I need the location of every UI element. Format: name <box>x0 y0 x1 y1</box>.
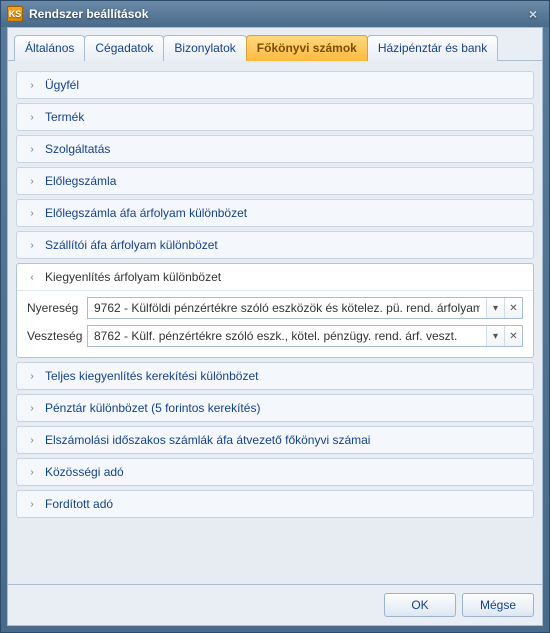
chevron-right-icon: › <box>25 371 39 382</box>
row-loss: Veszteség ▾ ✕ <box>27 325 523 347</box>
chevron-right-icon: › <box>25 208 39 219</box>
section-header-cash-rounding[interactable]: › Pénztár különbözet (5 forintos kerekít… <box>17 395 533 421</box>
settings-window: KS Rendszer beállítások × Általános Céga… <box>0 0 550 633</box>
section-community-tax: › Közösségi adó <box>16 458 534 486</box>
row-profit: Nyereség ▾ ✕ <box>27 297 523 319</box>
tab-general[interactable]: Általános <box>14 35 85 61</box>
close-icon: ✕ <box>509 331 517 342</box>
combo-profit: ▾ ✕ <box>87 297 523 319</box>
section-label: Szolgáltatás <box>45 142 110 156</box>
profit-input[interactable] <box>88 298 486 318</box>
close-icon: ✕ <box>509 303 517 314</box>
section-supplier-vat-diff: › Szállítói áfa árfolyam különbözet <box>16 231 534 259</box>
section-label: Közösségi adó <box>45 465 124 479</box>
section-label: Fordított adó <box>45 497 113 511</box>
section-header-supplier-vat-diff[interactable]: › Szállítói áfa árfolyam különbözet <box>17 232 533 258</box>
tab-ledger-accounts[interactable]: Főkönyvi számok <box>246 35 368 61</box>
chevron-down-icon: ▾ <box>493 303 498 314</box>
chevron-left-icon: ‹ <box>25 272 39 283</box>
section-advance-vat-diff: › Előlegszámla áfa árfolyam különbözet <box>16 199 534 227</box>
section-label: Teljes kiegyenlítés kerekítési különböze… <box>45 369 258 383</box>
section-product: › Termék <box>16 103 534 131</box>
cancel-button[interactable]: Mégse <box>462 593 534 617</box>
tab-company[interactable]: Cégadatok <box>84 35 164 61</box>
close-button[interactable]: × <box>521 5 545 23</box>
section-header-reverse-tax[interactable]: › Fordított adó <box>17 491 533 517</box>
section-service: › Szolgáltatás <box>16 135 534 163</box>
dropdown-button[interactable]: ▾ <box>486 326 504 346</box>
client-area: Általános Cégadatok Bizonylatok Főkönyvi… <box>7 27 543 626</box>
section-header-settlement-fx-diff[interactable]: ‹ Kiegyenlítés árfolyam különbözet <box>17 264 533 290</box>
section-advance-invoice: › Előlegszámla <box>16 167 534 195</box>
clear-button[interactable]: ✕ <box>504 298 522 318</box>
chevron-right-icon: › <box>25 240 39 251</box>
app-icon: KS <box>7 6 23 22</box>
section-customer: › Ügyfél <box>16 71 534 99</box>
window-title: Rendszer beállítások <box>29 7 521 21</box>
chevron-right-icon: › <box>25 144 39 155</box>
section-header-full-settlement-rounding[interactable]: › Teljes kiegyenlítés kerekítési különbö… <box>17 363 533 389</box>
section-header-service[interactable]: › Szolgáltatás <box>17 136 533 162</box>
section-label: Termék <box>45 110 84 124</box>
section-label: Ügyfél <box>45 78 79 92</box>
ok-button[interactable]: OK <box>384 593 456 617</box>
section-label: Elszámolási időszakos számlák áfa átveze… <box>45 433 370 447</box>
combo-loss: ▾ ✕ <box>87 325 523 347</box>
section-body-settlement-fx-diff: Nyereség ▾ ✕ Veszteség <box>17 290 533 357</box>
section-label: Pénztár különbözet (5 forintos kerekítés… <box>45 401 260 415</box>
chevron-down-icon: ▾ <box>493 331 498 342</box>
section-header-product[interactable]: › Termék <box>17 104 533 130</box>
label-profit: Nyereség <box>27 301 87 315</box>
chevron-right-icon: › <box>25 467 39 478</box>
section-label: Előlegszámla áfa árfolyam különbözet <box>45 206 247 220</box>
chevron-right-icon: › <box>25 435 39 446</box>
section-cash-rounding: › Pénztár különbözet (5 forintos kerekít… <box>16 394 534 422</box>
section-label: Előlegszámla <box>45 174 116 188</box>
section-header-customer[interactable]: › Ügyfél <box>17 72 533 98</box>
section-label: Szállítói áfa árfolyam különbözet <box>45 238 218 252</box>
clear-button[interactable]: ✕ <box>504 326 522 346</box>
section-reverse-tax: › Fordított adó <box>16 490 534 518</box>
label-loss: Veszteség <box>27 329 87 343</box>
button-bar: OK Mégse <box>8 584 542 625</box>
section-header-advance-vat-diff[interactable]: › Előlegszámla áfa árfolyam különbözet <box>17 200 533 226</box>
section-label: Kiegyenlítés árfolyam különbözet <box>45 270 221 284</box>
titlebar: KS Rendszer beállítások × <box>1 1 549 27</box>
section-periodic-vat-transfer: › Elszámolási időszakos számlák áfa átve… <box>16 426 534 454</box>
chevron-right-icon: › <box>25 176 39 187</box>
content-panel: › Ügyfél › Termék › Szolgáltatás › <box>8 61 542 584</box>
dropdown-button[interactable]: ▾ <box>486 298 504 318</box>
chevron-right-icon: › <box>25 80 39 91</box>
tab-cash-bank[interactable]: Házipénztár és bank <box>367 35 498 61</box>
loss-input[interactable] <box>88 326 486 346</box>
section-settlement-fx-diff: ‹ Kiegyenlítés árfolyam különbözet Nyere… <box>16 263 534 358</box>
chevron-right-icon: › <box>25 499 39 510</box>
chevron-right-icon: › <box>25 403 39 414</box>
section-header-community-tax[interactable]: › Közösségi adó <box>17 459 533 485</box>
section-header-advance-invoice[interactable]: › Előlegszámla <box>17 168 533 194</box>
section-header-periodic-vat-transfer[interactable]: › Elszámolási időszakos számlák áfa átve… <box>17 427 533 453</box>
section-full-settlement-rounding: › Teljes kiegyenlítés kerekítési különbö… <box>16 362 534 390</box>
chevron-right-icon: › <box>25 112 39 123</box>
tab-documents[interactable]: Bizonylatok <box>163 35 246 61</box>
tab-strip: Általános Cégadatok Bizonylatok Főkönyvi… <box>8 28 542 61</box>
close-icon: × <box>529 6 537 22</box>
